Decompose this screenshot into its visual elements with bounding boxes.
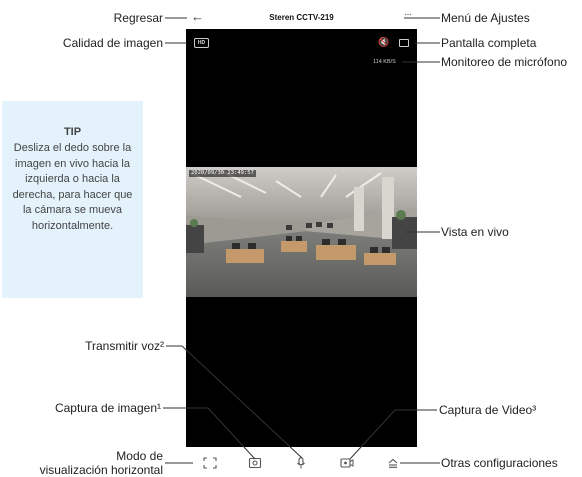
- annotation-quality: Calidad de imagen: [62, 36, 163, 50]
- bitrate-readout: 114 KB/S: [373, 59, 396, 65]
- more-dots-icon[interactable]: ···: [404, 9, 412, 20]
- annotation-landscape-line2: visualización horizontal: [39, 463, 163, 477]
- camera-title: Steren CCTV-219: [269, 13, 334, 22]
- annotation-mic-monitor: Monitoreo de micrófono: [441, 55, 568, 69]
- microphone-icon[interactable]: [294, 457, 308, 469]
- expand-corners-icon[interactable]: [203, 457, 217, 469]
- top-bar: ← Steren CCTV-219 ···: [186, 6, 417, 29]
- camera-icon[interactable]: [248, 457, 262, 469]
- annotation-landscape-line1: Modo de: [116, 449, 163, 463]
- annotation-settings-menu: Menú de Ajustes: [441, 11, 530, 25]
- annotation-talk: Transmitir voz²: [85, 339, 164, 353]
- video-timestamp: 2020/09/30 23:49:57: [189, 170, 256, 177]
- fullscreen-icon[interactable]: [399, 39, 409, 47]
- tip-title: TIP: [63, 126, 82, 138]
- hd-quality-icon[interactable]: HD: [194, 38, 209, 48]
- eject-menu-icon[interactable]: [386, 457, 400, 469]
- annotation-video-capture: Captura de Video³: [439, 403, 537, 417]
- live-view-image[interactable]: 2020/09/30 23:49:57: [186, 167, 417, 297]
- tip-box: TIP Desliza el dedo sobre la imagen en v…: [2, 101, 143, 298]
- annotation-snapshot: Captura de imagen¹: [54, 401, 161, 415]
- annotation-back: Regresar: [113, 11, 163, 25]
- phone-screen: ← Steren CCTV-219 ··· HD 🔇 114 KB/S 2020…: [186, 6, 417, 477]
- back-arrow-icon[interactable]: ←: [191, 10, 204, 24]
- bottom-toolbar: [186, 447, 417, 477]
- speaker-mute-icon[interactable]: 🔇: [378, 37, 389, 48]
- tip-body: Desliza el dedo sobre la imagen en vivo …: [12, 142, 133, 232]
- annotation-live-view: Vista en vivo: [441, 225, 509, 239]
- video-record-icon[interactable]: [340, 457, 354, 469]
- annotation-fullscreen: Pantalla completa: [441, 36, 537, 50]
- office-scene-image: [186, 167, 417, 297]
- annotation-other-settings: Otras configuraciones: [441, 456, 558, 470]
